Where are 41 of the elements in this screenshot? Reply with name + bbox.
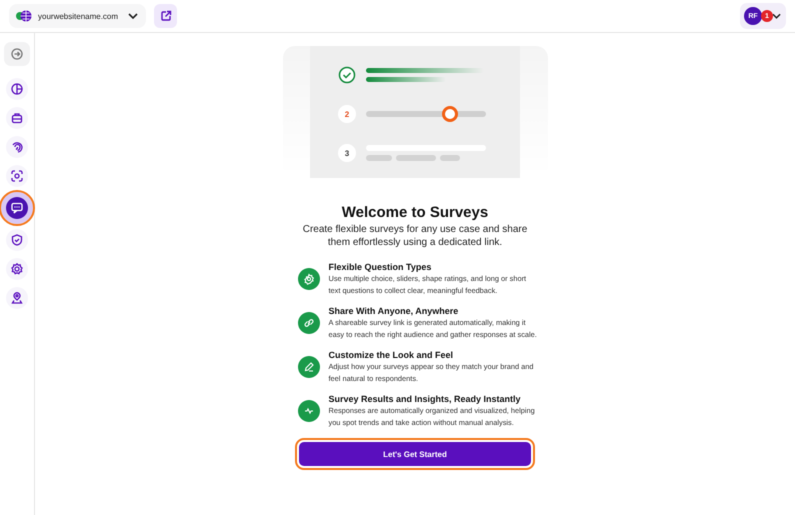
- sidebar-item[interactable]: [6, 165, 28, 187]
- feature-title: Share With Anyone, Anywhere: [328, 306, 460, 316]
- sidebar-item[interactable]: [6, 78, 28, 100]
- collapse-icon: [11, 48, 23, 60]
- sidebar-item[interactable]: [6, 197, 28, 219]
- feature-title: Flexible Question Types: [328, 262, 432, 272]
- scan-icon: [11, 170, 23, 182]
- pencil-icon: [298, 356, 320, 378]
- sidebar-item[interactable]: [6, 136, 28, 158]
- page-subtitle: Create flexible surveys for any use case and share them effortlessly using a dedicated link.: [302, 224, 528, 249]
- sidebar-item[interactable]: [6, 107, 28, 129]
- check-circle-icon: [338, 66, 356, 84]
- chevron-down-icon: [128, 13, 138, 19]
- placeholder-pill: [440, 155, 460, 161]
- sidebar-item[interactable]: [6, 258, 28, 280]
- feature-title: Survey Results and Insights, Ready Instantly: [328, 394, 522, 404]
- step-number: 3: [338, 144, 356, 162]
- sidebar-item[interactable]: [6, 229, 28, 251]
- get-started-button[interactable]: Let's Get Started: [299, 442, 531, 466]
- external-link-button[interactable]: [154, 4, 177, 28]
- site-selector[interactable]: yourwebsitename.com: [9, 4, 146, 28]
- chat-icon: [11, 202, 23, 214]
- pie-chart-icon: [11, 83, 23, 95]
- step-number: 2: [338, 105, 356, 123]
- shield-icon: [11, 234, 23, 246]
- map-pin-icon: [11, 292, 23, 304]
- sidebar-item[interactable]: [6, 287, 28, 309]
- placeholder-pill: [396, 155, 436, 161]
- link-icon: [298, 312, 320, 334]
- settings-icon: [298, 268, 320, 290]
- external-link-icon: [160, 10, 172, 22]
- fingerprint-icon: [11, 141, 23, 153]
- pulse-icon: [298, 400, 320, 422]
- page-title: Welcome to Surveys: [342, 204, 488, 221]
- placeholder-pill: [366, 155, 392, 161]
- settings-icon: [11, 263, 23, 275]
- feature-title: Customize the Look and Feel: [328, 350, 454, 360]
- site-name: yourwebsitename.com: [38, 12, 120, 20]
- sidebar-item[interactable]: [4, 42, 30, 66]
- chevron-down-icon: [772, 13, 781, 19]
- globe-icon: [16, 10, 32, 22]
